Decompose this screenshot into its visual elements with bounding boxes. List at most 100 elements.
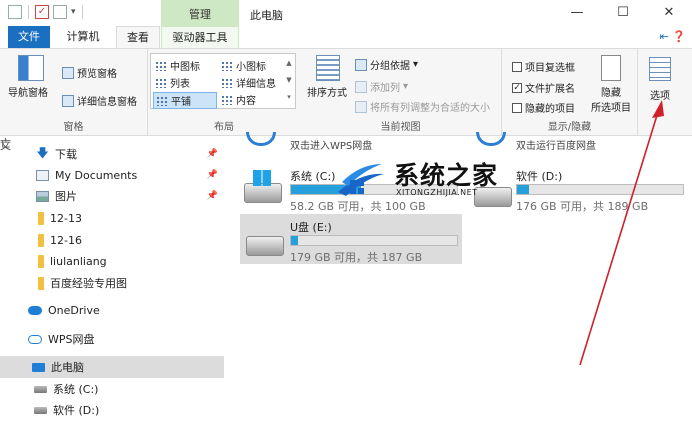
tab-drive-tools[interactable]: 驱动器工具: [161, 26, 239, 48]
computer-icon: [32, 362, 45, 372]
medium-icons-icon: [155, 60, 167, 71]
new-folder-icon[interactable]: [53, 5, 67, 19]
sort-icon: [316, 55, 340, 81]
maximize-button[interactable]: ☐: [600, 0, 646, 26]
drive-name: U盘 (E:): [290, 221, 332, 234]
layout-gallery-scroll[interactable]: ▲ ▼ ▾: [284, 55, 294, 107]
pin-icon[interactable]: 📌: [207, 170, 218, 180]
layout-item-label: 中图标: [170, 62, 200, 73]
content-icon: [221, 94, 233, 105]
watermark-text: 系统之家: [394, 161, 499, 190]
drive-icon: [244, 170, 282, 203]
drive-free-space: 179 GB 可用，共 187 GB: [290, 251, 423, 264]
layout-tiles[interactable]: 平铺: [153, 92, 217, 109]
layout-item-label: 列表: [170, 79, 190, 90]
pin-icon[interactable]: 📌: [207, 149, 218, 159]
wps-cloud-icon: [246, 132, 276, 146]
document-icon: [36, 169, 49, 181]
add-column-button[interactable]: 添加列 ▾: [355, 79, 408, 94]
drive-usage-bar: [290, 235, 458, 246]
hide-selected-button[interactable]: 隐藏 所选项目: [588, 55, 634, 114]
size-columns-icon: [355, 100, 367, 113]
watermark: 系统之家 XITONGZHIJIA.NET: [336, 152, 499, 204]
options-button[interactable]: 选项: [644, 57, 676, 102]
chevron-down-icon[interactable]: ▾: [71, 7, 76, 17]
drive-tile-d[interactable]: 软件 (D:) 176 GB 可用，共 189 GB: [470, 165, 686, 213]
group-show-hide: 项目复选框 ✓ 文件扩展名 隐藏的项目 隐藏 所选项目 显示/隐藏: [502, 49, 638, 136]
group-panes: 导航窗格 预览窗格 详细信息窗格 窗格: [0, 49, 148, 136]
ribbon: 导航窗格 预览窗格 详细信息窗格 窗格 布局 中图标 小图标 列表 详细信息 平…: [0, 48, 692, 136]
file-extensions-toggle[interactable]: ✓ 文件扩展名: [512, 80, 575, 95]
drive-usage-bar: [516, 184, 684, 195]
wps-cloud-shortcut[interactable]: 双击进入WPS网盘: [290, 137, 372, 152]
layout-item-label: 内容: [236, 96, 256, 107]
layout-list[interactable]: 列表: [155, 75, 190, 90]
group-by-button[interactable]: 分组依据 ▾: [355, 57, 418, 72]
preview-pane-button[interactable]: 预览窗格: [62, 65, 117, 80]
file-extensions-checkbox[interactable]: ✓: [512, 82, 522, 93]
nav-pane-icon: [18, 55, 44, 81]
group-label-show-hide: 显示/隐藏: [547, 122, 592, 133]
baidu-cloud-icon: [476, 132, 506, 146]
hidden-items-toggle[interactable]: 隐藏的项目: [512, 100, 575, 115]
drive-icon: [34, 385, 47, 393]
layout-content[interactable]: 内容: [221, 92, 256, 107]
nav-item-pictures[interactable]: 图片 📌: [0, 185, 224, 207]
add-column-label: 添加列: [370, 83, 400, 94]
drive-tile-e[interactable]: U盘 (E:) 179 GB 可用，共 187 GB: [240, 214, 462, 264]
nav-item-folder-12-16[interactable]: 12-16: [0, 229, 224, 251]
add-column-icon: [355, 80, 367, 93]
nav-item-drive-c[interactable]: 系统 (C:): [0, 378, 224, 400]
nav-item-my-documents[interactable]: My Documents 📌: [0, 164, 224, 186]
nav-item-this-pc[interactable]: 此电脑: [0, 356, 224, 378]
layout-item-label: 平铺: [171, 97, 191, 108]
tab-file[interactable]: 文件: [8, 26, 50, 48]
details-pane-button[interactable]: 详细信息窗格: [62, 93, 137, 108]
details-icon: [221, 77, 233, 88]
group-label-panes: 窗格: [63, 122, 84, 133]
nav-item-label: 此电脑: [51, 361, 84, 374]
folder-icon: [38, 233, 44, 247]
group-by-icon: [355, 58, 367, 71]
sort-by-button[interactable]: 排序方式: [306, 55, 350, 99]
item-checkboxes-toggle[interactable]: 项目复选框: [512, 59, 575, 74]
item-checkboxes-checkbox[interactable]: [512, 61, 522, 72]
nav-item-label: WPS网盘: [48, 333, 95, 346]
nav-item-downloads[interactable]: 🡇 下载 📌: [0, 143, 224, 165]
help-icon[interactable]: ⇤ ❓: [660, 30, 686, 43]
nav-item-label: 下载: [55, 148, 77, 161]
nav-item-onedrive[interactable]: OneDrive: [0, 299, 224, 321]
layout-small-icons[interactable]: 小图标: [221, 58, 266, 73]
nav-item-folder-baidu[interactable]: 百度经验专用图: [0, 272, 224, 294]
nav-item-wps-cloud[interactable]: WPS网盘: [0, 328, 224, 350]
nav-item-folder-liulanliang[interactable]: liulanliang: [0, 250, 224, 272]
nav-item-drive-d[interactable]: 软件 (D:): [0, 399, 224, 421]
nav-pane-button[interactable]: 导航窗格: [8, 55, 52, 99]
item-checkboxes-label: 项目复选框: [525, 63, 575, 74]
size-columns-button[interactable]: 将所有列调整为合适的大小: [355, 99, 490, 114]
pin-icon[interactable]: 📌: [207, 191, 218, 201]
chevron-down-icon: ▾: [403, 81, 409, 92]
tab-computer[interactable]: 计算机: [58, 26, 108, 48]
tab-view[interactable]: 查看: [116, 26, 160, 48]
nav-item-label: My Documents: [55, 168, 138, 182]
chevron-down-icon: ▾: [413, 59, 419, 70]
checkmark-icon[interactable]: ✓: [35, 5, 49, 19]
group-options: 选项: [638, 49, 682, 136]
layout-details[interactable]: 详细信息: [221, 75, 276, 90]
picture-icon: [36, 190, 49, 202]
watermark-subtext: XITONGZHIJIA.NET: [396, 188, 478, 197]
baidu-cloud-shortcut[interactable]: 双击运行百度网盘: [516, 137, 596, 152]
group-current-view: 排序方式 分组依据 ▾ 添加列 ▾ 将所有列调整为合适的大小 当前视图: [300, 49, 502, 136]
hidden-items-checkbox[interactable]: [512, 102, 522, 113]
layout-gallery: 中图标 小图标 列表 详细信息 平铺 内容 ▲ ▼ ▾: [150, 53, 296, 109]
properties-icon[interactable]: [8, 5, 22, 19]
small-icons-icon: [221, 60, 233, 71]
minimize-button[interactable]: —: [554, 0, 600, 26]
nav-item-folder-12-13[interactable]: 12-13: [0, 207, 224, 229]
folder-icon: [38, 276, 44, 290]
close-button[interactable]: ✕: [646, 0, 692, 26]
watermark-logo-icon: [338, 164, 384, 196]
layout-medium-icons[interactable]: 中图标: [155, 58, 200, 73]
folder-icon: [38, 211, 44, 225]
